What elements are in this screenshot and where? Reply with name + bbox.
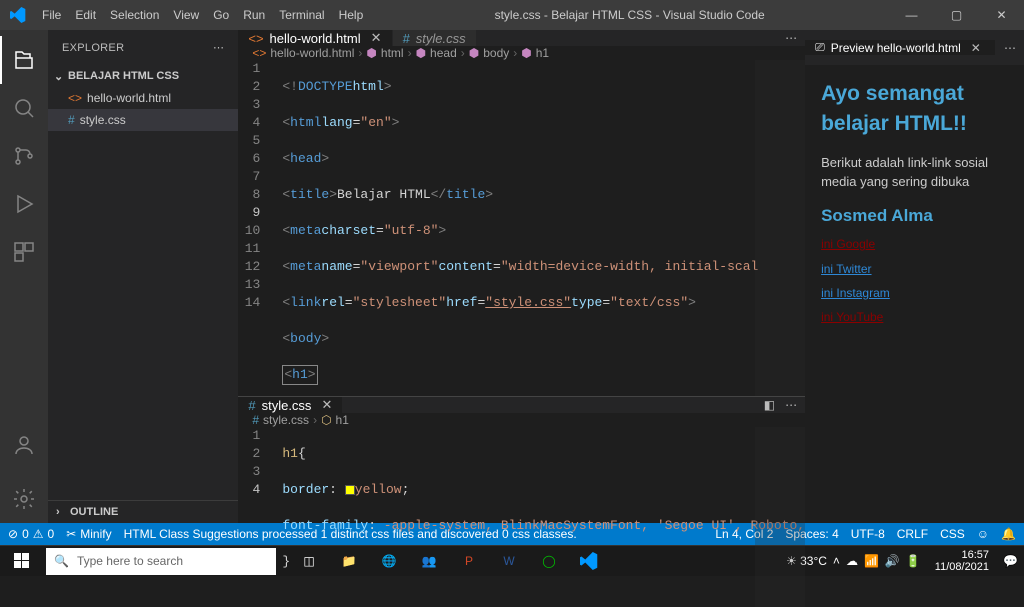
search-placeholder: Type here to search bbox=[77, 554, 183, 568]
html-file-icon: <> bbox=[68, 91, 82, 105]
tray-cloud-icon[interactable]: ☁ bbox=[846, 554, 858, 568]
menu-file[interactable]: File bbox=[35, 0, 68, 30]
settings-gear-icon[interactable] bbox=[0, 475, 48, 523]
menu-help[interactable]: Help bbox=[332, 0, 371, 30]
status-feedback-icon[interactable]: ☺ bbox=[977, 527, 989, 541]
minimap[interactable] bbox=[755, 427, 805, 607]
more-actions-icon[interactable]: ⋯ bbox=[1004, 41, 1016, 55]
account-icon[interactable] bbox=[0, 421, 48, 469]
tray-wifi-icon[interactable]: 📶 bbox=[864, 554, 879, 568]
tab-bar-bottom: # style.css✕ ◧ ⋯ bbox=[238, 397, 805, 413]
preview-link-youtube[interactable]: ini YouTube bbox=[821, 309, 1008, 326]
css-file-icon: # bbox=[403, 31, 410, 46]
close-window-button[interactable]: ✕ bbox=[979, 0, 1024, 30]
status-encoding[interactable]: UTF-8 bbox=[851, 527, 885, 541]
preview-link-twitter[interactable]: ini Twitter bbox=[821, 261, 1008, 278]
preview-panel: ⎚ Preview hello-world.html ✕ ⋯ Ayo seman… bbox=[805, 30, 1024, 523]
minimize-button[interactable]: ― bbox=[889, 0, 934, 30]
sidebar-header: EXPLORER ⋯ bbox=[48, 30, 238, 65]
outline-section[interactable]: ›OUTLINE bbox=[48, 501, 238, 523]
tab-style-css-preview[interactable]: # style.css bbox=[393, 30, 477, 46]
start-button[interactable] bbox=[0, 553, 44, 569]
notifications-icon[interactable]: 💬 bbox=[1003, 554, 1018, 568]
explorer-icon[interactable] bbox=[0, 36, 48, 84]
menu-selection[interactable]: Selection bbox=[103, 0, 166, 30]
tab-hello-world[interactable]: <> hello-world.html✕ bbox=[238, 30, 392, 46]
status-language[interactable]: CSS bbox=[940, 527, 965, 541]
breadcrumb-bottom[interactable]: #style.css› ⬡h1 bbox=[238, 413, 805, 427]
file-hello-world[interactable]: <> hello-world.html bbox=[48, 87, 238, 109]
close-tab-icon[interactable]: ✕ bbox=[371, 30, 382, 46]
vscode-logo-icon bbox=[0, 7, 35, 23]
css-file-icon: # bbox=[248, 398, 255, 413]
menu-go[interactable]: Go bbox=[206, 0, 236, 30]
status-problems[interactable]: ⊘0⚠0 bbox=[8, 527, 54, 541]
more-actions-icon[interactable]: ⋯ bbox=[785, 31, 797, 45]
status-bell-icon[interactable]: 🔔 bbox=[1001, 527, 1016, 541]
preview-subheading: Sosmed Alma bbox=[821, 204, 1008, 229]
code-editor-top[interactable]: <!DOCTYPE html> <html lang="en"> <head> … bbox=[282, 60, 805, 396]
menu-edit[interactable]: Edit bbox=[68, 0, 103, 30]
title-bar: File Edit Selection View Go Run Terminal… bbox=[0, 0, 1024, 30]
split-editor-icon[interactable]: ◧ bbox=[764, 398, 775, 412]
close-tab-icon[interactable]: ✕ bbox=[321, 397, 332, 413]
preview-link-google[interactable]: ini Google bbox=[821, 236, 1008, 253]
status-minify[interactable]: ✂Minify bbox=[66, 527, 111, 541]
menu-terminal[interactable]: Terminal bbox=[272, 0, 331, 30]
css-file-icon: # bbox=[68, 113, 75, 127]
menu-view[interactable]: View bbox=[166, 0, 206, 30]
preview-tab[interactable]: ⎚ Preview hello-world.html ✕ bbox=[805, 40, 996, 55]
maximize-button[interactable]: ▢ bbox=[934, 0, 979, 30]
editor-area: <> hello-world.html✕ # style.css ⋯ <>hel… bbox=[238, 30, 805, 523]
status-eol[interactable]: CRLF bbox=[897, 527, 928, 541]
preview-icon: ⎚ bbox=[815, 40, 825, 55]
tray-battery-icon[interactable]: 🔋 bbox=[906, 554, 921, 568]
menu-run[interactable]: Run bbox=[236, 0, 272, 30]
search-icon: 🔍 bbox=[54, 554, 69, 568]
breadcrumb-top[interactable]: <>hello-world.html› ⬢html› ⬢head› ⬢body›… bbox=[238, 46, 805, 60]
close-tab-icon[interactable]: ✕ bbox=[971, 41, 981, 55]
tab-bar-top: <> hello-world.html✕ # style.css ⋯ bbox=[238, 30, 805, 46]
window-title: style.css - Belajar HTML CSS - Visual St… bbox=[370, 8, 889, 22]
html-file-icon: <> bbox=[248, 31, 263, 46]
file-style-css[interactable]: # style.css bbox=[48, 109, 238, 131]
taskbar-clock[interactable]: 16:5711/08/2021 bbox=[927, 549, 997, 573]
tab-style-css[interactable]: # style.css✕ bbox=[238, 397, 343, 413]
preview-heading: Ayo semangat belajar HTML!! bbox=[821, 79, 1008, 140]
explorer-sidebar: EXPLORER ⋯ ⌄BELAJAR HTML CSS <> hello-wo… bbox=[48, 30, 238, 523]
sidebar-more-icon[interactable]: ⋯ bbox=[213, 41, 224, 54]
activity-bar bbox=[0, 30, 48, 523]
run-debug-icon[interactable] bbox=[0, 180, 48, 228]
extensions-icon[interactable] bbox=[0, 228, 48, 276]
preview-paragraph: Berikut adalah link-link sosial media ya… bbox=[821, 154, 1008, 192]
preview-link-instagram[interactable]: ini Instagram bbox=[821, 285, 1008, 302]
code-editor-bottom[interactable]: h1 { border: yellow; font-family: -apple… bbox=[282, 427, 805, 607]
tray-volume-icon[interactable]: 🔊 bbox=[885, 554, 900, 568]
source-control-icon[interactable] bbox=[0, 132, 48, 180]
search-icon[interactable] bbox=[0, 84, 48, 132]
project-folder[interactable]: ⌄BELAJAR HTML CSS bbox=[48, 65, 238, 87]
tray-chevron-icon[interactable]: ˄ bbox=[833, 554, 840, 568]
minimap[interactable] bbox=[755, 60, 805, 396]
more-actions-icon[interactable]: ⋯ bbox=[785, 398, 797, 412]
